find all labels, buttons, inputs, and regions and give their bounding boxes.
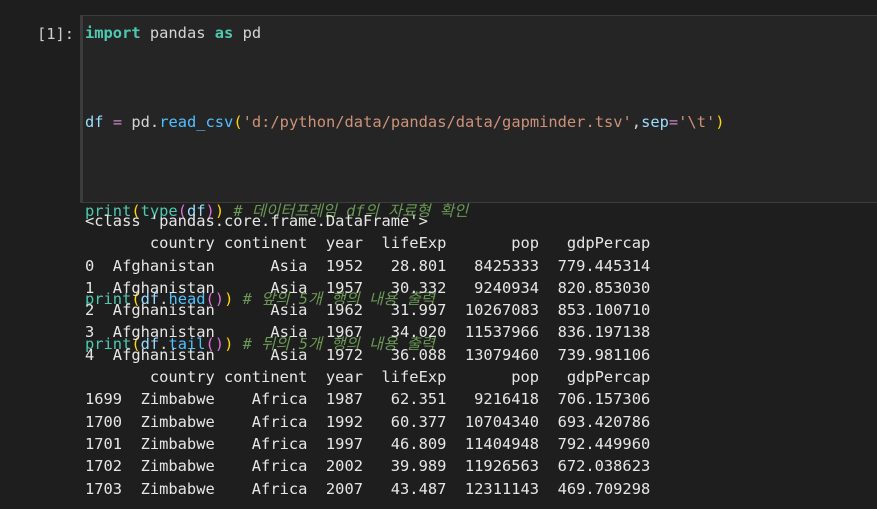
cell-focus-bar bbox=[81, 16, 83, 202]
table-row: 2 Afghanistan Asia 1962 31.997 10267083 … bbox=[85, 301, 651, 320]
string-file-path: 'd:/python/data/pandas/data/gapminder.ts… bbox=[242, 112, 632, 131]
function-read-csv: read_csv bbox=[159, 112, 234, 131]
table-row: 0 Afghanistan Asia 1952 28.801 8425333 7… bbox=[85, 256, 651, 275]
table-row: 1701 Zimbabwe Africa 1997 46.809 1140494… bbox=[85, 434, 651, 453]
close-paren: ) bbox=[715, 112, 725, 131]
cell-output: <class 'pandas.core.frame.DataFrame'> co… bbox=[85, 210, 650, 500]
kwarg-equals: = bbox=[668, 112, 679, 131]
code-line-read-csv: df = pd.read_csv('d:/python/data/pandas/… bbox=[85, 111, 725, 133]
table-row: 1703 Zimbabwe Africa 2007 43.487 1231114… bbox=[85, 479, 651, 498]
table-row: 1699 Zimbabwe Africa 1987 62.351 9216418… bbox=[85, 390, 651, 409]
keyword-as: as bbox=[214, 24, 234, 42]
table-row: 1702 Zimbabwe Africa 2002 39.989 1192656… bbox=[85, 457, 651, 476]
table-row: 1700 Zimbabwe Africa 1992 60.377 1070434… bbox=[85, 412, 651, 431]
object-pd: pd bbox=[131, 112, 150, 131]
table-row: 1 Afghanistan Asia 1957 30.332 9240934 8… bbox=[85, 278, 651, 297]
code-cell-editor[interactable]: import pandas as pd df = pd.read_csv('d:… bbox=[80, 15, 877, 353]
table-row: 4 Afghanistan Asia 1972 36.088 13079460 … bbox=[85, 345, 651, 364]
execution-count-prompt: [1]: bbox=[37, 25, 75, 43]
table-row: 3 Afghanistan Asia 1967 34.020 11537966 … bbox=[85, 323, 651, 342]
output-type-line: <class 'pandas.core.frame.DataFrame'> bbox=[85, 212, 428, 230]
module-name: pandas bbox=[140, 24, 215, 42]
assign-operator: = bbox=[103, 112, 132, 131]
tail-table-header: country continent year lifeExp pop gdpPe… bbox=[85, 368, 651, 387]
dot-operator: . bbox=[149, 112, 160, 131]
string-separator: '\t' bbox=[678, 112, 716, 131]
comma: , bbox=[631, 112, 642, 131]
code-line-import: import pandas as pd bbox=[85, 22, 725, 44]
variable-df: df bbox=[85, 112, 104, 131]
head-table-header: country continent year lifeExp pop gdpPe… bbox=[85, 234, 651, 253]
open-paren: ( bbox=[233, 112, 243, 131]
module-alias: pd bbox=[233, 24, 262, 42]
keyword-import: import bbox=[85, 24, 141, 42]
kwarg-sep: sep bbox=[641, 112, 669, 131]
